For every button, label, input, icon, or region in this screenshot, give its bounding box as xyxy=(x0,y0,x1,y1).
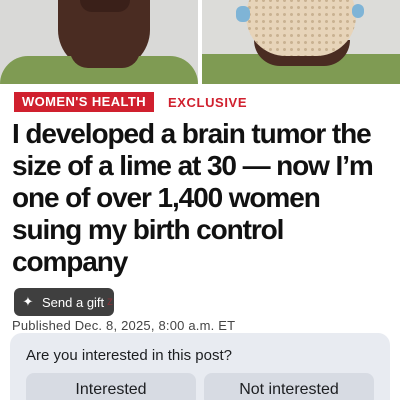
interest-prompt: Are you interested in this post? Interes… xyxy=(10,333,390,400)
exclusive-label: EXCLUSIVE xyxy=(168,94,248,110)
send-gift-button[interactable]: ✦ Send a gift xyxy=(14,288,115,316)
published-date: Published Dec. 8, 2025, 8:00 a.m. ET xyxy=(12,318,236,333)
not-interested-button[interactable]: Not interested xyxy=(204,373,374,400)
photo-radiation-mask xyxy=(202,0,400,84)
byline: ✦ Send a gift z xyxy=(12,288,392,316)
photo-woman-neck xyxy=(0,0,198,84)
article-headline[interactable]: I developed a brain tumor the size of a … xyxy=(12,118,392,278)
article-tags: WOMEN'S HEALTH EXCLUSIVE xyxy=(14,92,247,112)
section-tag[interactable]: WOMEN'S HEALTH xyxy=(14,92,154,112)
gift-icon: ✦ xyxy=(22,294,34,309)
interested-button[interactable]: Interested xyxy=(26,373,196,400)
hero-photos xyxy=(0,0,400,84)
send-gift-label: Send a gift xyxy=(42,294,105,310)
interest-question: Are you interested in this post? xyxy=(26,347,232,364)
author-name-fragment[interactable]: z xyxy=(107,294,113,308)
